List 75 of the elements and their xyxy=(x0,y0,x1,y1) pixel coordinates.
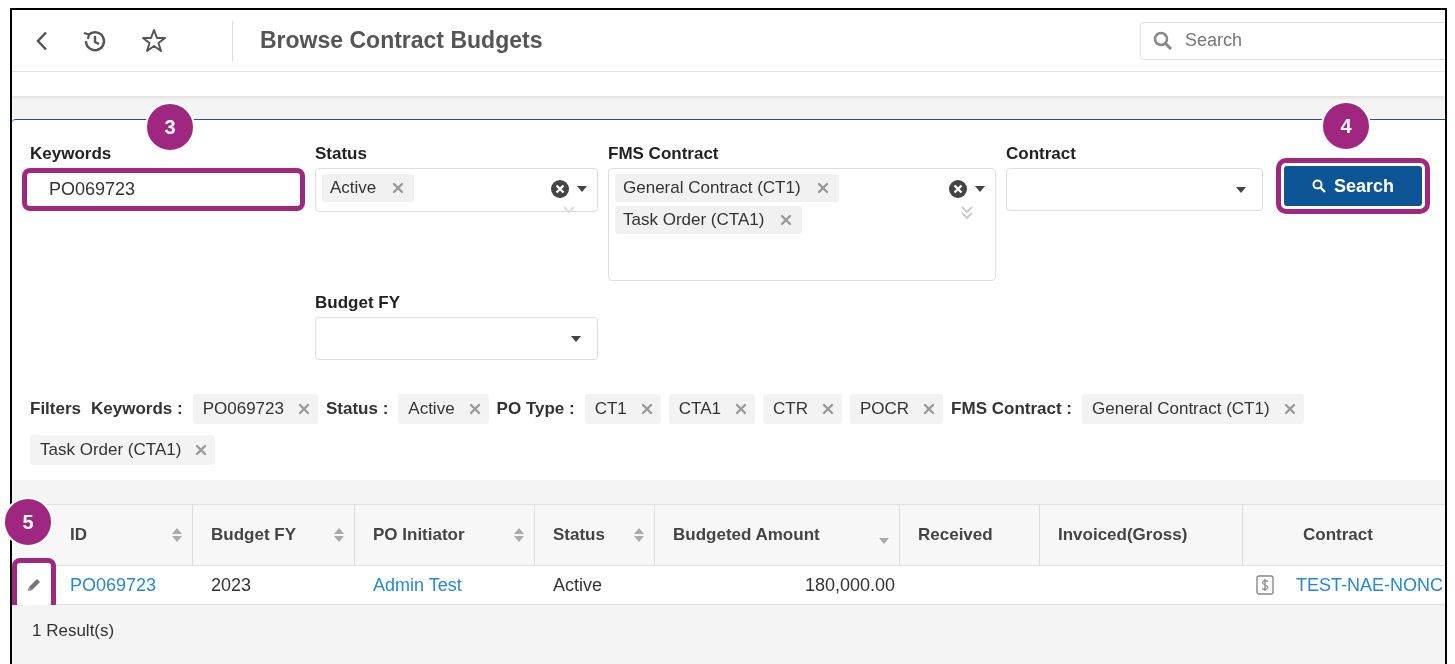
dollar-icon xyxy=(1256,575,1274,595)
filter-chip[interactable]: CTR xyxy=(763,394,842,424)
table-cell: 2023 xyxy=(211,574,252,596)
sort-icon[interactable] xyxy=(334,528,344,542)
search-icon xyxy=(1153,30,1173,51)
remove-icon xyxy=(640,403,653,415)
selected-tag[interactable]: Task Order (CTA1) xyxy=(615,206,803,234)
fms-contract-select[interactable]: General Contract (CT1) Task Order (CTA1) xyxy=(608,168,996,281)
caret-icon xyxy=(571,335,581,342)
table-cell: Active xyxy=(553,574,603,596)
remove-icon xyxy=(923,403,936,415)
budget-fy-select[interactable] xyxy=(315,317,598,360)
filter-name: FMS Contract : xyxy=(951,399,1072,419)
field-label: Keywords xyxy=(30,144,113,163)
search-field[interactable]: Search xyxy=(1140,21,1445,60)
remove-icon xyxy=(735,403,748,415)
column-header[interactable]: Status xyxy=(535,504,655,566)
column-header[interactable]: Budgeted Amount xyxy=(655,504,900,566)
back-icon xyxy=(36,30,48,51)
field-label: Status xyxy=(315,144,368,163)
result-count: 1 Result(s) xyxy=(32,621,115,640)
remove-icon xyxy=(195,444,208,456)
filters-label: Filters xyxy=(30,399,82,419)
table-cell: 180,000.00 xyxy=(804,574,895,596)
step-badge: 3 xyxy=(145,102,195,152)
caret-icon xyxy=(577,186,587,192)
field-label: Contract xyxy=(1006,144,1077,163)
column-header[interactable]: Received xyxy=(900,504,1040,566)
filter-chip[interactable]: CTA1 xyxy=(668,394,756,424)
search-button[interactable]: Search xyxy=(1284,166,1423,206)
remove-icon xyxy=(392,182,405,194)
column-header[interactable]: Invoiced(Gross) xyxy=(1040,504,1243,566)
edit-button[interactable] xyxy=(12,558,56,605)
filter-name: Status : xyxy=(325,399,389,419)
column-header[interactable]: PO Initiator xyxy=(355,504,535,566)
caret-icon xyxy=(1236,186,1246,193)
sort-icon[interactable] xyxy=(172,528,182,542)
clear-icon xyxy=(551,180,569,198)
clear-icon xyxy=(949,180,967,198)
chevron-down-icon xyxy=(563,206,575,214)
column-header[interactable]: Budget FY xyxy=(193,504,355,566)
keywords-field[interactable]: PO069723 xyxy=(22,168,305,211)
remove-icon xyxy=(297,403,310,415)
selected-tag[interactable]: General Contract (CT1) xyxy=(615,174,839,202)
filter-chip[interactable]: Active xyxy=(398,394,489,424)
sort-icon[interactable] xyxy=(514,528,524,542)
field-label: FMS Contract xyxy=(608,144,720,163)
filter-chip[interactable]: POCR xyxy=(850,394,944,424)
contract-select[interactable] xyxy=(1006,168,1263,211)
keywords-input[interactable]: PO069723 xyxy=(49,179,289,200)
filter-name: PO Type : xyxy=(496,399,575,419)
filter-chip[interactable]: CT1 xyxy=(584,394,661,424)
field-label: Budget FY xyxy=(315,293,401,312)
step-badge: 5 xyxy=(3,497,53,547)
expand-icon xyxy=(961,206,973,220)
step-badge: 4 xyxy=(1321,101,1371,151)
search-icon xyxy=(1312,179,1326,193)
sort-descending-icon[interactable] xyxy=(879,538,889,544)
column-header[interactable]: Contract xyxy=(1243,504,1445,566)
filter-chip[interactable]: Task Order (CTA1) xyxy=(30,435,216,465)
remove-icon xyxy=(816,182,829,194)
remove-icon xyxy=(1283,403,1296,415)
star-icon xyxy=(140,26,168,55)
page-title: Browse Contract Budgets xyxy=(260,27,543,54)
caret-icon xyxy=(975,186,985,192)
status-select[interactable]: Active xyxy=(315,168,598,212)
remove-icon xyxy=(468,403,481,415)
remove-icon xyxy=(780,214,793,226)
selected-tag[interactable]: Active xyxy=(322,174,415,202)
remove-icon xyxy=(822,403,834,415)
filter-chip[interactable]: General Contract (CT1) xyxy=(1082,394,1304,424)
filter-chip[interactable]: PO069723 xyxy=(192,394,318,424)
filter-name: Keywords : xyxy=(91,399,183,419)
column-header[interactable]: ID xyxy=(60,504,193,566)
sort-icon[interactable] xyxy=(634,528,644,542)
